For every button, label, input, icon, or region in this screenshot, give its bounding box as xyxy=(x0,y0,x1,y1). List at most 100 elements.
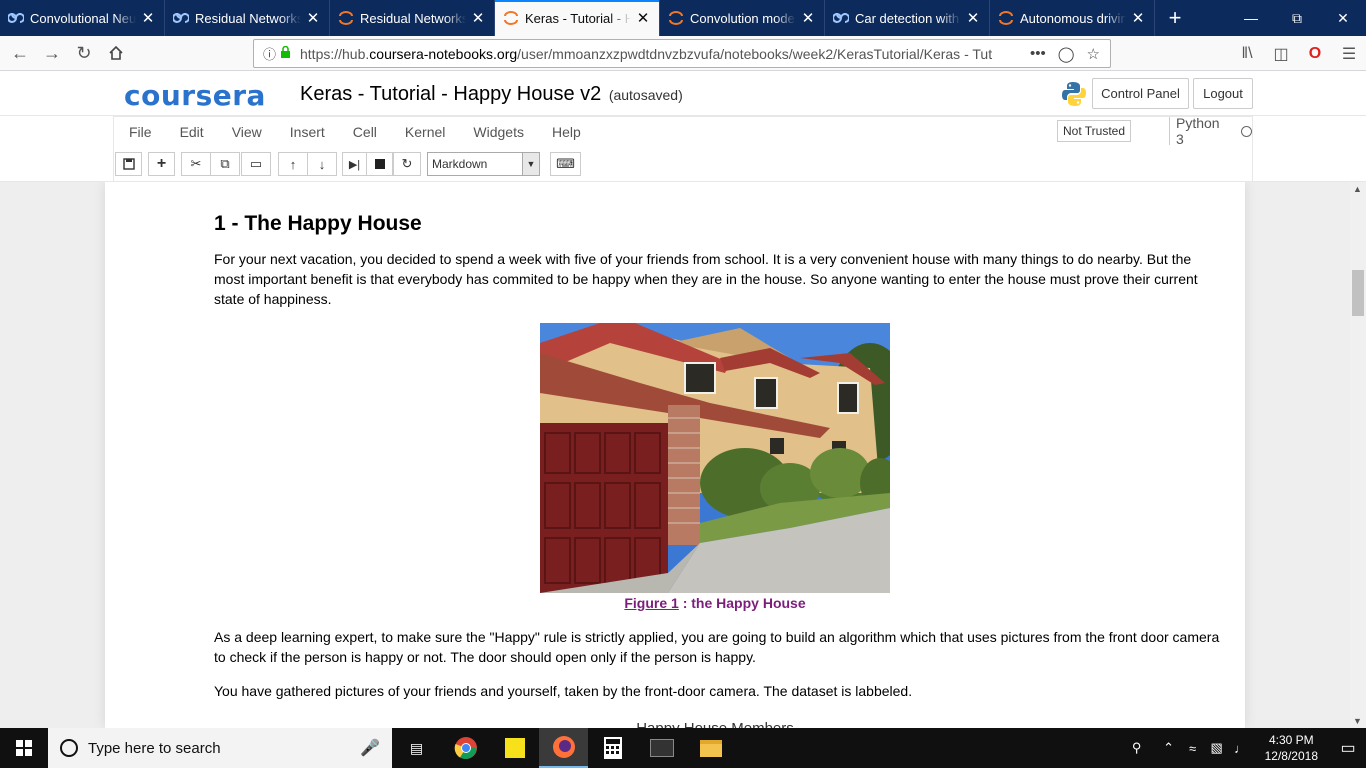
taskbar-search[interactable]: Type here to search 🎤 xyxy=(48,728,392,768)
browser-tab[interactable]: Residual Networks | ✕ xyxy=(165,0,330,36)
tab-label: Residual Networks | xyxy=(195,10,301,26)
control-panel-button[interactable]: Control Panel xyxy=(1092,78,1189,109)
cell-type-select[interactable]: Markdown ▼ xyxy=(427,152,540,176)
windows-start-icon[interactable] xyxy=(0,728,48,768)
scrollbar-thumb[interactable] xyxy=(1352,270,1364,316)
restart-icon[interactable]: ↻ xyxy=(393,152,421,176)
back-icon[interactable]: ← xyxy=(4,37,36,69)
run-icon[interactable]: ▶| xyxy=(342,152,367,176)
figure-caption: Figure 1 : the Happy House xyxy=(624,595,806,611)
bookmark-star-icon[interactable]: ☆ xyxy=(1087,45,1100,63)
page-scrollbar[interactable]: ▲ ▼ xyxy=(1350,182,1366,728)
keyboard-icon[interactable]: ⌨ xyxy=(550,152,581,176)
menu-item-file[interactable]: File xyxy=(114,124,165,140)
system-tray: ⚲ ⌃ ≈ ▧ ♩ 4:30 PM 12/8/2018 ▭ xyxy=(1125,728,1366,768)
opera-icon[interactable]: O xyxy=(1298,45,1332,63)
cut-icon[interactable]: ✂ xyxy=(181,152,211,176)
browser-tab[interactable]: Keras - Tutorial - Ha ✕ xyxy=(495,0,660,36)
browser-tab[interactable]: Autonomous drivin ✕ xyxy=(990,0,1155,36)
close-tab-icon[interactable]: ✕ xyxy=(305,10,321,27)
library-icon[interactable]: ‖\ xyxy=(1230,45,1264,63)
notebook-page: 1 - The Happy House For your next vacati… xyxy=(105,182,1245,728)
notification-icon[interactable]: ▭ xyxy=(1330,738,1366,758)
battery-icon[interactable]: ▧ xyxy=(1205,740,1229,756)
menubar: File Edit View Insert Cell Kernel Widgets Help … xyxy=(0,115,1366,147)
minimize-button[interactable]: — xyxy=(1228,0,1274,36)
section-heading: 1 - The Happy House xyxy=(214,212,422,235)
people-icon[interactable]: ⚲ xyxy=(1125,740,1149,756)
clock[interactable]: 4:30 PM 12/8/2018 xyxy=(1253,732,1330,764)
copy-icon[interactable]: ⧉ xyxy=(210,152,240,176)
menu-icon[interactable]: ☰ xyxy=(1332,44,1366,64)
tab-label: Car detection with Y xyxy=(855,10,961,26)
tab-label: Autonomous drivin xyxy=(1020,10,1126,26)
logout-button[interactable]: Logout xyxy=(1193,78,1253,109)
browser-tab[interactable]: Convolutional Neur ✕ xyxy=(0,0,165,36)
close-tab-icon[interactable]: ✕ xyxy=(470,10,486,27)
browser-tab[interactable]: Car detection with Y ✕ xyxy=(825,0,990,36)
move-up-icon[interactable]: ↑ xyxy=(278,152,308,176)
autosave-status: (autosaved) xyxy=(608,87,683,103)
terminal-icon[interactable] xyxy=(637,728,686,768)
menu-item-kernel[interactable]: Kernel xyxy=(390,124,458,140)
paste-icon[interactable]: ▭ xyxy=(241,152,271,176)
menu-item-cell[interactable]: Cell xyxy=(338,124,390,140)
notebook-title[interactable]: Keras - Tutorial - Happy House v2 (autos… xyxy=(300,83,683,106)
save-icon[interactable] xyxy=(115,152,142,176)
tab-label: Residual Networks - xyxy=(360,10,466,26)
members-title: Happy House Members xyxy=(540,720,890,728)
browser-tab[interactable]: Residual Networks - ✕ xyxy=(330,0,495,36)
pocket-icon[interactable]: ◯ xyxy=(1058,45,1075,63)
kernel-indicator[interactable]: Python 3 xyxy=(1169,115,1252,147)
info-icon[interactable]: ⓘ xyxy=(263,44,276,63)
menu-item-help[interactable]: Help xyxy=(537,124,594,140)
close-tab-icon[interactable]: ✕ xyxy=(635,10,651,27)
sidebar-icon[interactable]: ◫ xyxy=(1264,44,1298,64)
move-down-icon[interactable]: ↓ xyxy=(307,152,337,176)
scroll-down-icon[interactable]: ▼ xyxy=(1353,716,1362,726)
close-tab-icon[interactable]: ✕ xyxy=(800,10,816,27)
wifi-icon[interactable]: ≈ xyxy=(1181,741,1205,756)
chrome-icon[interactable] xyxy=(441,728,490,768)
new-tab-button[interactable]: + xyxy=(1155,0,1195,36)
sticky-notes-icon[interactable] xyxy=(490,728,539,768)
lock-icon[interactable] xyxy=(280,45,291,62)
microphone-icon[interactable]: 🎤 xyxy=(360,738,380,758)
stop-icon[interactable] xyxy=(366,152,393,176)
close-tab-icon[interactable]: ✕ xyxy=(1130,10,1146,27)
jupyter-icon xyxy=(338,10,354,26)
home-icon[interactable] xyxy=(100,37,132,69)
file-explorer-icon[interactable] xyxy=(686,728,735,768)
close-tab-icon[interactable]: ✕ xyxy=(965,10,981,27)
menu-item-edit[interactable]: Edit xyxy=(165,124,217,140)
coursera-infinity-icon xyxy=(833,10,849,26)
url-text[interactable]: https://hub.coursera-notebooks.org/user/… xyxy=(300,46,1020,62)
coursera-logo[interactable]: coursera xyxy=(124,79,266,112)
restore-button[interactable]: ⧉ xyxy=(1274,0,1320,36)
calculator-icon[interactable] xyxy=(588,728,637,768)
menu-item-insert[interactable]: Insert xyxy=(275,124,338,140)
menu-item-widgets[interactable]: Widgets xyxy=(458,124,537,140)
trusted-indicator[interactable]: Not Trusted xyxy=(1057,120,1132,142)
jupyter-icon xyxy=(668,10,684,26)
page-actions-icon[interactable]: ••• xyxy=(1030,45,1046,63)
windows-taskbar: Type here to search 🎤 ▤ ⚲ ⌃ ≈ ▧ ♩ 4:30 P… xyxy=(0,728,1366,768)
figure-link[interactable]: Figure 1 xyxy=(624,595,678,611)
happy-house-image xyxy=(540,323,890,593)
algorithm-paragraph: As a deep learning expert, to make sure … xyxy=(214,629,1220,665)
insert-cell-icon[interactable]: + xyxy=(148,152,175,176)
firefox-icon[interactable] xyxy=(539,728,588,768)
menu-item-view[interactable]: View xyxy=(217,124,275,140)
scroll-up-icon[interactable]: ▲ xyxy=(1353,184,1362,194)
forward-icon[interactable]: → xyxy=(36,37,68,69)
chevron-down-icon: ▼ xyxy=(522,153,539,175)
chevron-up-icon[interactable]: ⌃ xyxy=(1157,740,1181,756)
url-bar[interactable]: ⓘ https://hub.coursera-notebooks.org/use… xyxy=(253,39,1111,68)
reload-icon[interactable]: ↻ xyxy=(68,37,100,69)
task-view-icon[interactable]: ▤ xyxy=(392,728,441,768)
notebook-area[interactable]: 1 - The Happy House For your next vacati… xyxy=(0,182,1350,728)
close-tab-icon[interactable]: ✕ xyxy=(140,10,156,27)
close-window-button[interactable]: ✕ xyxy=(1320,0,1366,36)
browser-tab[interactable]: Convolution model ✕ xyxy=(660,0,825,36)
volume-icon[interactable]: ♩ xyxy=(1229,741,1253,756)
